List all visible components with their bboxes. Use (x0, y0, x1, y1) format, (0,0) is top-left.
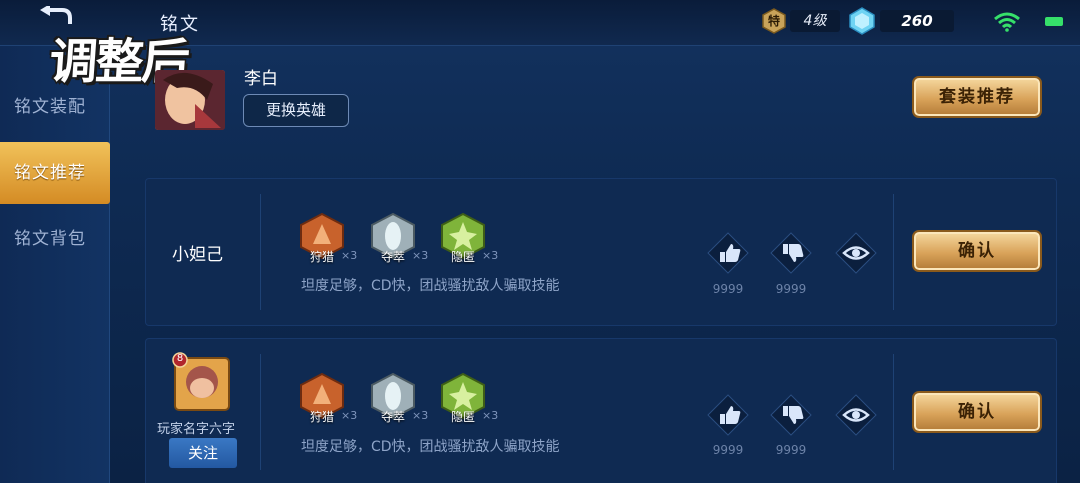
rune-description: 坦度足够，CD快，团战骚扰敌人骗取技能 (301, 439, 560, 455)
thumbs-up-icon[interactable] (707, 394, 749, 436)
follow-button[interactable]: 关注 (169, 438, 237, 468)
divider (260, 354, 261, 470)
rune-count: ×3 (341, 249, 358, 262)
rune-count: ×3 (341, 409, 358, 422)
rune-count: ×3 (482, 409, 499, 422)
suit-recommend-button[interactable]: 套装推荐 (912, 76, 1042, 118)
confirm-button[interactable]: 确认 (912, 230, 1042, 272)
rune-description: 坦度足够，CD快，团战骚扰敌人骗取技能 (301, 278, 560, 294)
thumbs-up-icon[interactable] (707, 232, 749, 274)
rank-level: 4级 (790, 10, 840, 32)
rune-name: 夺萃 (380, 250, 405, 264)
thumbs-down-icon[interactable] (770, 232, 812, 274)
battery-icon (1045, 17, 1063, 26)
player-level-badge: 8 (176, 353, 184, 364)
rune-name: 隐匿 (450, 250, 475, 264)
rune-count: ×3 (412, 249, 429, 262)
rune-name: 夺萃 (380, 410, 405, 424)
divider (893, 194, 894, 310)
diamond-icon (849, 7, 875, 35)
eye-icon[interactable] (835, 232, 877, 274)
author-name[interactable]: 小妲己 (172, 240, 223, 265)
like-count: 9999 (712, 443, 744, 457)
confirm-button[interactable]: 确认 (912, 391, 1042, 433)
rune-recommend-screen: 铭文 特 4级 260 铭文装配 铭文推荐 铭文背包 调整后 李白 更换英雄 套… (0, 0, 1080, 483)
change-hero-button[interactable]: 更换英雄 (243, 94, 349, 127)
wifi-icon (994, 12, 1020, 32)
author-name[interactable]: 玩家名字六字 (157, 418, 235, 437)
like-count: 9999 (712, 282, 744, 296)
rune-name: 狩猎 (309, 410, 334, 424)
rank-badge-label: 特 (767, 14, 780, 28)
recommend-card: 小妲己 狩猎 ×3 夺萃 ×3 隐匿 ×3 坦度足够，CD快，团战骚扰敌人骗取技… (145, 178, 1057, 326)
rune-count: ×3 (482, 249, 499, 262)
thumbs-down-icon[interactable] (770, 394, 812, 436)
rune-count: ×3 (412, 409, 429, 422)
dislike-count: 9999 (775, 282, 807, 296)
recommend-card: 8 玩家名字六字 关注 狩猎 ×3 夺萃 ×3 隐匿 ×3 坦度足够，CD快，团… (145, 338, 1057, 483)
divider (893, 354, 894, 470)
hero-name: 李白 (244, 69, 278, 89)
rune-name: 隐匿 (450, 410, 475, 424)
eye-icon[interactable] (835, 394, 877, 436)
sidebar-item-rune-bag[interactable]: 铭文背包 (0, 208, 110, 270)
sidebar: 铭文装配 铭文推荐 铭文背包 (0, 46, 110, 483)
divider (260, 194, 261, 310)
dislike-count: 9999 (775, 443, 807, 457)
diamond-count: 260 (880, 10, 954, 32)
hero-portrait-icon (155, 70, 225, 130)
hero-avatar[interactable] (155, 70, 225, 130)
rune-name: 狩猎 (309, 250, 334, 264)
sidebar-item-rune-recommend[interactable]: 铭文推荐 (0, 142, 110, 204)
